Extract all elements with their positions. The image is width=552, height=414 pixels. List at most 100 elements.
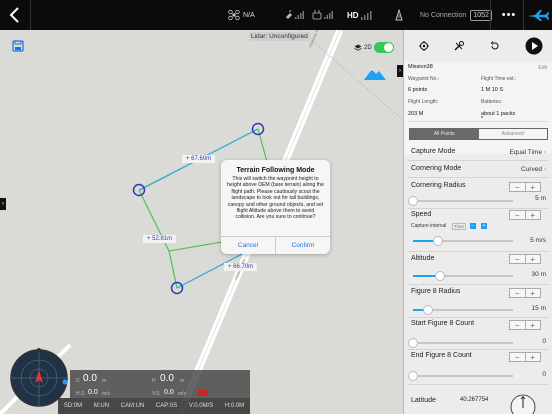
cornering-mode-label: Cornering Mode xyxy=(411,165,462,172)
drone-icon xyxy=(228,10,240,20)
decrement-button[interactable]: − xyxy=(510,183,525,192)
vs-unit: m/s xyxy=(178,391,187,397)
layer-2d-switch[interactable] xyxy=(373,42,394,53)
interval-decrement-button[interactable]: − xyxy=(470,223,476,229)
fig8-end-slider[interactable] xyxy=(408,371,513,381)
dialog-title: Terrain Following Mode xyxy=(236,167,315,174)
speed-value: 5 m/s xyxy=(530,237,546,244)
increment-button[interactable]: + xyxy=(524,183,541,192)
hs-value: 0.0 xyxy=(88,389,98,396)
altitude-slider[interactable] xyxy=(413,271,513,281)
lidar-status-label: Lidar: Unconfigured xyxy=(249,32,310,41)
drone-status: N/A xyxy=(228,0,255,30)
mode-button[interactable] xyxy=(527,0,549,30)
chevron-right-icon: › xyxy=(543,166,546,173)
connection-text: No Connection xyxy=(420,11,467,19)
more-button[interactable]: ••• xyxy=(498,0,520,30)
fig8-radius-label: Figure 8 Radius xyxy=(411,288,461,295)
panel-toolbar xyxy=(404,30,552,62)
batteries-value: about 1 packs xyxy=(481,111,516,117)
latitude-label: Latitude xyxy=(411,397,436,404)
fig8-start-stepper: − + xyxy=(509,320,541,330)
play-icon xyxy=(525,37,543,55)
increment-button[interactable]: + xyxy=(524,321,541,330)
play-button[interactable] xyxy=(524,36,544,56)
distance-unit: m xyxy=(102,378,107,384)
increment-button[interactable]: + xyxy=(524,353,541,362)
warning-indicator xyxy=(198,390,208,396)
mission-name: Mission38 xyxy=(408,64,433,70)
capture-interval-label: Capture interval xyxy=(411,223,447,229)
video-signal-bars-icon xyxy=(360,10,372,20)
waypoint-count-label: Waypoint No.: xyxy=(408,76,440,82)
height-value: 0.0 xyxy=(160,373,174,384)
crosshair-icon xyxy=(419,41,429,51)
decrement-button[interactable]: − xyxy=(510,321,525,330)
cornering-mode-value: Curved xyxy=(521,166,543,173)
reset-button[interactable] xyxy=(487,38,503,54)
flight-length-value: 203 M xyxy=(408,111,424,117)
capture-interval-value[interactable]: Time xyxy=(452,223,466,230)
cornering-radius-label: Cornering Radius xyxy=(411,182,466,189)
cornering-radius-value: 5 m xyxy=(535,195,546,202)
batteries-label: Batteries: xyxy=(481,99,503,105)
locate-button[interactable] xyxy=(416,38,432,54)
left-drawer-tab[interactable]: › xyxy=(0,198,6,210)
fig8-start-label: Start Figure 8 Count xyxy=(411,320,475,327)
decrement-button[interactable]: − xyxy=(510,211,525,220)
speed-label: Speed xyxy=(411,211,432,218)
confirm-button[interactable]: Confirm xyxy=(275,237,330,254)
status-height: H:0.0M xyxy=(224,403,245,409)
cornering-mode-select[interactable]: Curved › xyxy=(521,166,546,173)
save-button[interactable] xyxy=(12,39,24,57)
satellite-signal-icon xyxy=(286,10,304,19)
height-label-text: H xyxy=(152,378,156,384)
increment-button[interactable]: + xyxy=(524,289,541,298)
dialog-message: This will switch the waypoint height to … xyxy=(227,176,324,221)
fig8-start-slider[interactable] xyxy=(408,338,513,348)
height-unit: m xyxy=(180,378,185,384)
latitude-value[interactable]: 40.267754 xyxy=(460,397,488,403)
mission-card-divider xyxy=(408,121,549,122)
hs-label: H.S xyxy=(76,391,85,397)
distance-value: 0.0 xyxy=(83,373,97,384)
map-view[interactable]: Adelaide Rd Adelaide Rd + 67.60m + 52.81… xyxy=(0,30,403,414)
speed-slider[interactable] xyxy=(413,236,513,246)
layer-2d-label: 2D xyxy=(364,44,372,51)
back-button[interactable] xyxy=(4,0,26,30)
tab-all-points[interactable]: All Points xyxy=(410,129,479,139)
altitude-stepper: − + xyxy=(509,254,541,264)
battery-status xyxy=(393,0,405,30)
fig8-radius-slider[interactable] xyxy=(413,305,513,315)
distance-label: + 67.60m xyxy=(182,155,216,163)
speed-stepper: − + xyxy=(509,210,541,220)
mission-edit-link[interactable]: Edit xyxy=(538,65,547,71)
cancel-button[interactable]: Cancel xyxy=(221,237,275,254)
cornering-radius-stepper: − + xyxy=(509,182,541,192)
hd-label: HD xyxy=(347,10,359,20)
decrement-button[interactable]: − xyxy=(510,255,525,264)
tools-button[interactable] xyxy=(451,38,467,54)
fig8-end-stepper: − + xyxy=(509,352,541,362)
tab-advanced[interactable]: Advanced xyxy=(479,129,548,139)
rc-signal xyxy=(312,0,334,30)
layer-toggle[interactable]: 2D xyxy=(354,42,394,53)
decrement-button[interactable]: − xyxy=(510,353,525,362)
cornering-radius-slider[interactable] xyxy=(408,196,513,206)
layers-icon xyxy=(354,44,362,51)
increment-button[interactable]: + xyxy=(524,211,541,220)
wrench-icon xyxy=(454,41,464,51)
telemetry-panel: D 0.0 m H 0.0 m H.S 0.0 m/s V.S 0.0 m/s xyxy=(70,370,250,398)
gps-signal xyxy=(285,0,305,30)
distance-label: + 52.81m xyxy=(143,235,177,243)
vs-value: 0.0 xyxy=(164,389,174,396)
flight-time-value: 1 M 10 S xyxy=(481,87,504,93)
decrement-button[interactable]: − xyxy=(510,289,525,298)
chevron-right-icon: › xyxy=(543,149,546,156)
capture-mode-select[interactable]: Equal Time › xyxy=(509,149,546,156)
terrain-button[interactable] xyxy=(364,66,386,85)
floppy-disk-icon xyxy=(12,40,24,52)
increment-button[interactable]: + xyxy=(524,255,541,264)
interval-increment-button[interactable]: + xyxy=(481,223,487,229)
connection-status: No Connection 1052 xyxy=(420,0,492,30)
